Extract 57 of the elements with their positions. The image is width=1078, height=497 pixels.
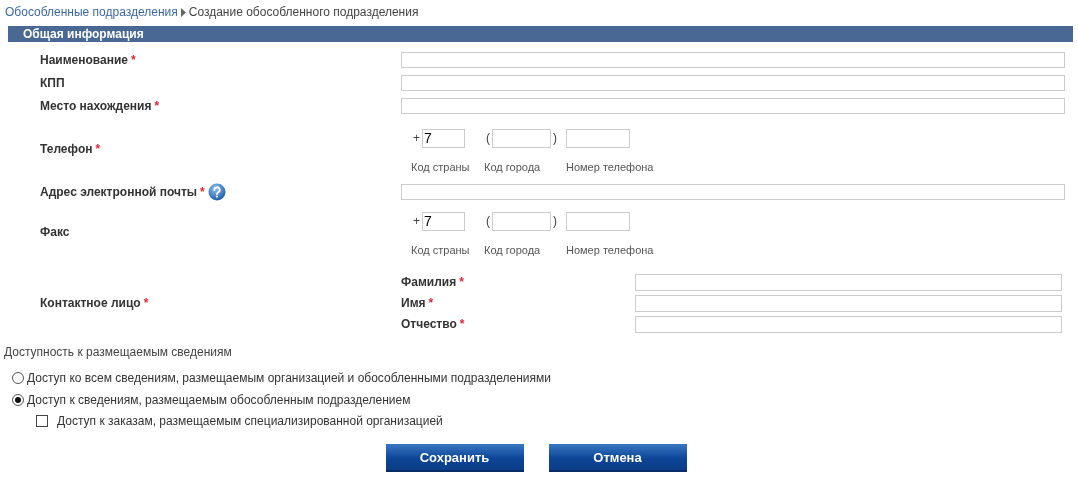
checkbox-label: Доступ к заказам, размещаемым специализированной организацией xyxy=(57,414,443,428)
field-label: Факс xyxy=(40,225,70,239)
breadcrumb-current: Создание обособленного подразделения xyxy=(188,5,419,19)
radio-button[interactable] xyxy=(12,394,24,406)
text-field[interactable] xyxy=(401,97,1065,114)
section-title: Доступность к размещаемым сведениям xyxy=(3,344,233,361)
field-label: Место нахождения xyxy=(40,98,152,113)
checkbox[interactable] xyxy=(36,415,48,427)
radio-label: Доступ ко всем сведениям, размещаемым организацией и обособленными подразделениями xyxy=(27,371,551,385)
radio-button[interactable] xyxy=(12,372,24,384)
required-mark: * xyxy=(143,296,149,310)
help-icon[interactable] xyxy=(207,182,226,201)
radio-label: Доступ к сведениям, размещаемым обособленным подразделением xyxy=(27,393,411,407)
save-button[interactable]: Сохранить xyxy=(385,444,524,472)
country-code-field[interactable]: 7 xyxy=(422,211,465,231)
city-code-field[interactable] xyxy=(492,211,551,231)
bracket: ) xyxy=(552,214,558,228)
text-field[interactable] xyxy=(635,294,1062,312)
text-field[interactable] xyxy=(401,74,1065,91)
field-caption: Номер телефона xyxy=(566,243,655,256)
field-caption: Код страны xyxy=(411,243,471,256)
cancel-button[interactable]: Отмена xyxy=(548,444,687,472)
text-field[interactable] xyxy=(401,51,1065,68)
required-mark: * xyxy=(459,275,464,289)
country-code-field[interactable]: 7 xyxy=(422,128,465,148)
required-mark: * xyxy=(428,296,434,310)
text-field[interactable] xyxy=(401,183,1065,200)
required-mark: * xyxy=(95,142,101,156)
phone-number-field[interactable] xyxy=(566,211,630,231)
field-caption: Код города xyxy=(484,160,542,173)
bracket: ) xyxy=(552,131,558,145)
field-label: Адрес электронной почты xyxy=(40,184,198,199)
plus-sign: + xyxy=(412,214,421,228)
separator-icon xyxy=(180,7,186,17)
required-mark: * xyxy=(131,52,136,67)
phone-number-field[interactable] xyxy=(566,128,630,148)
required-mark: * xyxy=(154,98,160,113)
text-field[interactable] xyxy=(635,273,1062,291)
city-code-field[interactable] xyxy=(492,128,551,148)
field-label: Контактное лицо xyxy=(40,296,141,310)
field-label: Имя xyxy=(401,296,426,310)
field-label: Телефон xyxy=(40,142,93,156)
bracket: ( xyxy=(485,214,491,228)
field-label: КПП xyxy=(40,75,65,90)
field-caption: Номер телефона xyxy=(566,160,655,173)
breadcrumb-link[interactable]: Обособленные подразделения xyxy=(5,5,178,19)
field-label: Отчество xyxy=(401,317,457,331)
field-label: Фамилия xyxy=(401,275,457,289)
text-field[interactable] xyxy=(635,315,1062,333)
bracket: ( xyxy=(485,131,491,145)
plus-sign: + xyxy=(412,131,421,145)
field-label: Наименование xyxy=(40,52,129,67)
field-caption: Код города xyxy=(484,243,542,256)
field-caption: Код страны xyxy=(411,160,471,173)
required-mark: * xyxy=(459,317,465,331)
required-mark: * xyxy=(200,184,205,199)
section-header: Общая информация xyxy=(8,26,1073,42)
